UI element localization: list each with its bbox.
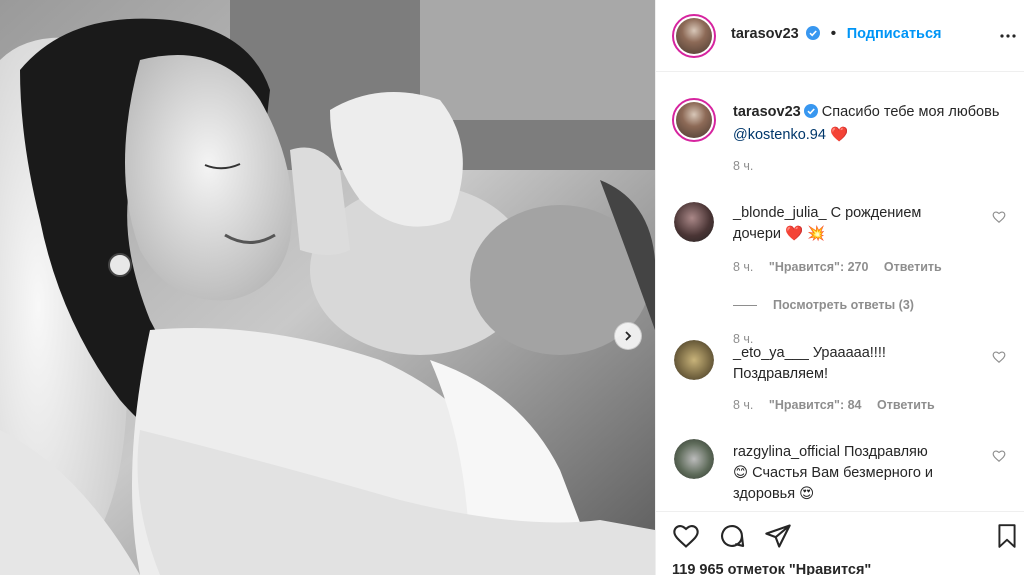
like-comment-heart-icon[interactable] [992, 210, 1006, 229]
like-comment-heart-icon[interactable] [992, 449, 1006, 468]
comment-time[interactable]: 8 ч. [733, 260, 753, 274]
next-photo-button[interactable] [614, 322, 642, 350]
comment-text-block: _eto_ya___ Урааааа!!!! Поздравляем! [733, 343, 933, 385]
share-icon[interactable] [764, 522, 794, 552]
comment-likes-count[interactable]: "Нравится": 270 [769, 260, 869, 274]
post-actions-bar: 119 965 отметок "Нравится" [656, 511, 1024, 575]
chevron-right-icon [622, 330, 634, 342]
view-replies-button[interactable]: Посмотреть ответы (3) [733, 298, 914, 312]
photo-illustration [0, 0, 655, 575]
caption-meta: 8 ч. [733, 159, 765, 173]
caption-username[interactable]: tarasov23 [733, 104, 801, 120]
reply-button[interactable]: Ответить [877, 398, 935, 412]
heart-emoji: ❤️ [829, 127, 849, 143]
commenter-avatar[interactable] [674, 340, 714, 380]
comment-text: здоровья [733, 486, 796, 502]
author-avatar[interactable] [672, 14, 716, 58]
caption-time[interactable]: 8 ч. [733, 159, 753, 173]
comment-likes-count[interactable]: "Нравится": 84 [769, 398, 862, 412]
comment-emoji: ❤️ 💥 [785, 226, 826, 242]
bookmark-icon[interactable] [994, 522, 1024, 552]
heart-icon[interactable] [672, 522, 702, 552]
view-replies-label: Посмотреть ответы (3) [773, 298, 914, 312]
commenter-avatar[interactable] [674, 202, 714, 242]
comment-text: Поздравляю [843, 444, 928, 460]
caption-text-block: tarasov23 Спасибо тебе моя любовь @koste… [733, 102, 1001, 146]
comment-username[interactable]: _eto_ya___ [733, 345, 809, 361]
post-side-panel: tarasov23 • Подписаться tarasov23 Спасиб… [655, 0, 1024, 575]
verified-badge-icon [806, 26, 821, 45]
comment-text: Счастья Вам безмерного и [752, 465, 934, 481]
post-header: tarasov23 • Подписаться [656, 0, 1024, 72]
comments-list[interactable]: tarasov23 Спасибо тебе моя любовь @koste… [656, 73, 1024, 511]
comment-username[interactable]: razgylina_official [733, 444, 840, 460]
comment-username[interactable]: _blonde_julia_ [733, 205, 827, 221]
caption-mention-link[interactable]: @kostenko.94 [733, 127, 826, 143]
commenter-avatar[interactable] [674, 439, 714, 479]
replies-divider [733, 305, 757, 307]
author-username[interactable]: tarasov23 [731, 26, 799, 42]
comment-text-block: _blonde_julia_ С рождением дочери ❤️ 💥 [733, 203, 973, 245]
follow-button[interactable]: Подписаться [847, 26, 942, 42]
like-comment-heart-icon[interactable] [992, 350, 1006, 369]
comment-meta-row: 8 ч. "Нравится": 84 Ответить [733, 398, 947, 412]
likes-count[interactable]: 119 965 отметок "Нравится" [672, 562, 871, 575]
reply-button[interactable]: Ответить [884, 260, 942, 274]
post-photo[interactable] [0, 0, 655, 575]
separator-dot: • [830, 25, 837, 42]
caption-text: Спасибо тебе моя любовь [821, 104, 1000, 120]
comment-text-block: razgylina_official Поздравляю 😊 Счастья … [733, 442, 978, 505]
comment-meta-row: 8 ч. "Нравится": 270 Ответить [733, 260, 954, 274]
comment-time[interactable]: 8 ч. [733, 398, 753, 412]
more-options-icon[interactable] [999, 26, 1017, 51]
verified-badge-icon [803, 104, 818, 125]
comment-emoji: 😍 [799, 486, 815, 502]
comment-emoji: 😊 [733, 465, 749, 481]
caption-avatar[interactable] [672, 98, 716, 142]
comment-icon[interactable] [718, 522, 748, 552]
